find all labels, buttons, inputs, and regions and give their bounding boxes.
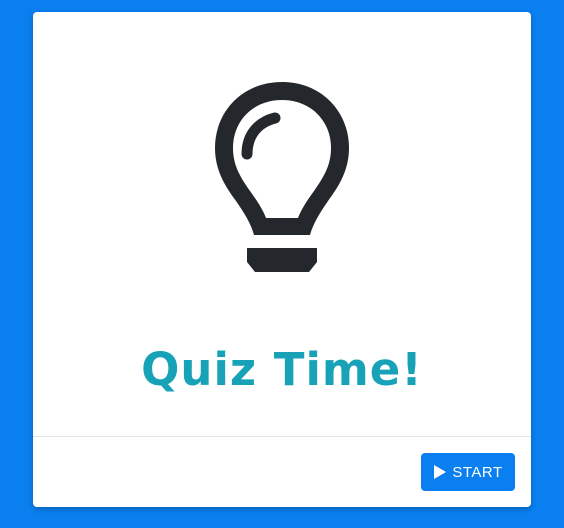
card-body: Quiz Time!	[33, 12, 531, 436]
page-background: Quiz Time! START	[0, 0, 564, 528]
start-button[interactable]: START	[421, 453, 515, 491]
quiz-card: Quiz Time! START	[33, 12, 531, 507]
quiz-title: Quiz Time!	[141, 343, 423, 396]
lightbulb-icon	[215, 82, 349, 272]
play-icon	[434, 465, 447, 479]
card-footer: START	[33, 437, 531, 507]
start-button-label: START	[452, 463, 503, 481]
